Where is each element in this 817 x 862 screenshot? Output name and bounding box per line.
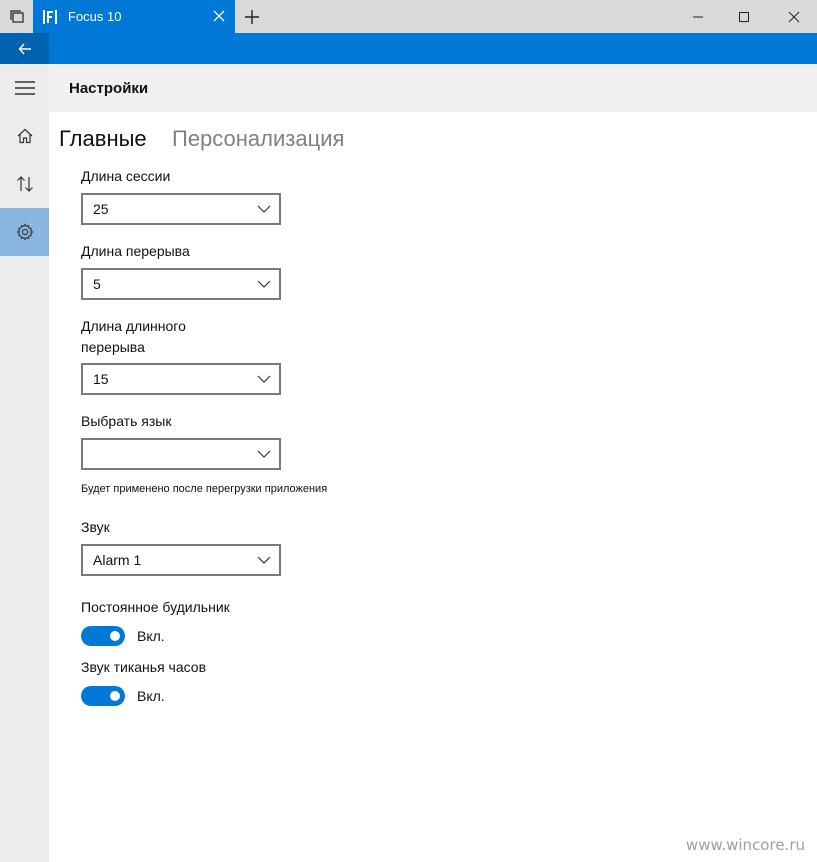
- maximize-button[interactable]: [721, 0, 767, 33]
- maximize-icon: [739, 11, 749, 22]
- ticking-sound-label: Звук тиканья часов: [81, 659, 207, 675]
- tab-personalization[interactable]: Персонализация: [172, 126, 344, 152]
- chevron-down-icon: [257, 450, 271, 458]
- settings-content: Главные Персонализация Длина сессии 25 Д…: [49, 112, 817, 862]
- long-break-length-label: Длина длинного перерыва: [81, 318, 186, 355]
- tab-switcher-button[interactable]: [0, 0, 33, 33]
- minimize-icon: [693, 16, 703, 17]
- app-bar: [0, 33, 817, 64]
- language-label: Выбрать язык: [81, 413, 172, 429]
- title-bar: Focus 10: [0, 0, 817, 33]
- nav-item-home[interactable]: [0, 112, 49, 160]
- nav-pane: [0, 64, 49, 862]
- plus-icon: [244, 9, 259, 24]
- chevron-down-icon: [257, 205, 271, 213]
- toggle-knob: [110, 631, 120, 641]
- page-title: Настройки: [69, 80, 149, 97]
- app-tab[interactable]: Focus 10: [33, 0, 235, 33]
- tab-main[interactable]: Главные: [59, 126, 147, 152]
- page-header: Настройки: [49, 64, 817, 112]
- sound-value: Alarm 1: [93, 552, 142, 568]
- new-tab-button[interactable]: [235, 0, 268, 33]
- language-select[interactable]: [81, 438, 281, 470]
- language-hint: Будет применено после перегрузки приложе…: [81, 483, 328, 495]
- close-icon: [788, 11, 800, 22]
- break-length-select[interactable]: 5: [81, 268, 281, 300]
- back-button[interactable]: [0, 33, 49, 64]
- session-length-value: 25: [93, 201, 109, 217]
- tabs-icon: [9, 9, 24, 23]
- persistent-alarm-toggle[interactable]: [81, 626, 125, 646]
- back-arrow-icon: [18, 43, 31, 54]
- ticking-sound-toggle[interactable]: [81, 686, 125, 706]
- tab-close-icon[interactable]: [211, 8, 227, 24]
- break-length-label: Длина перерыва: [81, 243, 190, 259]
- sound-label: Звук: [81, 519, 110, 535]
- session-length-select[interactable]: 25: [81, 193, 281, 225]
- persistent-alarm-state: Вкл.: [137, 628, 165, 644]
- hamburger-icon: [14, 81, 35, 95]
- chevron-down-icon: [257, 556, 271, 564]
- toggle-knob: [110, 691, 120, 701]
- long-break-length-select[interactable]: 15: [81, 363, 281, 395]
- chevron-down-icon: [257, 280, 271, 288]
- focus-app-icon: [42, 9, 58, 25]
- nav-item-settings[interactable]: [0, 208, 49, 256]
- ticking-sound-state: Вкл.: [137, 688, 165, 704]
- minimize-button[interactable]: [675, 0, 721, 33]
- home-icon: [17, 128, 32, 144]
- chevron-down-icon: [257, 375, 271, 383]
- sound-select[interactable]: Alarm 1: [81, 544, 281, 576]
- break-length-value: 5: [93, 276, 101, 292]
- nav-item-sort[interactable]: [0, 160, 49, 208]
- hamburger-menu-button[interactable]: [0, 64, 49, 112]
- sort-arrows-icon: [16, 176, 33, 192]
- long-break-length-value: 15: [93, 371, 109, 387]
- close-window-button[interactable]: [771, 0, 817, 33]
- watermark: www.wincore.ru: [685, 836, 805, 854]
- gear-icon: [16, 223, 33, 241]
- persistent-alarm-label: Постоянное будильник: [81, 599, 230, 615]
- session-length-label: Длина сессии: [81, 168, 171, 184]
- app-title: Focus 10: [68, 9, 122, 24]
